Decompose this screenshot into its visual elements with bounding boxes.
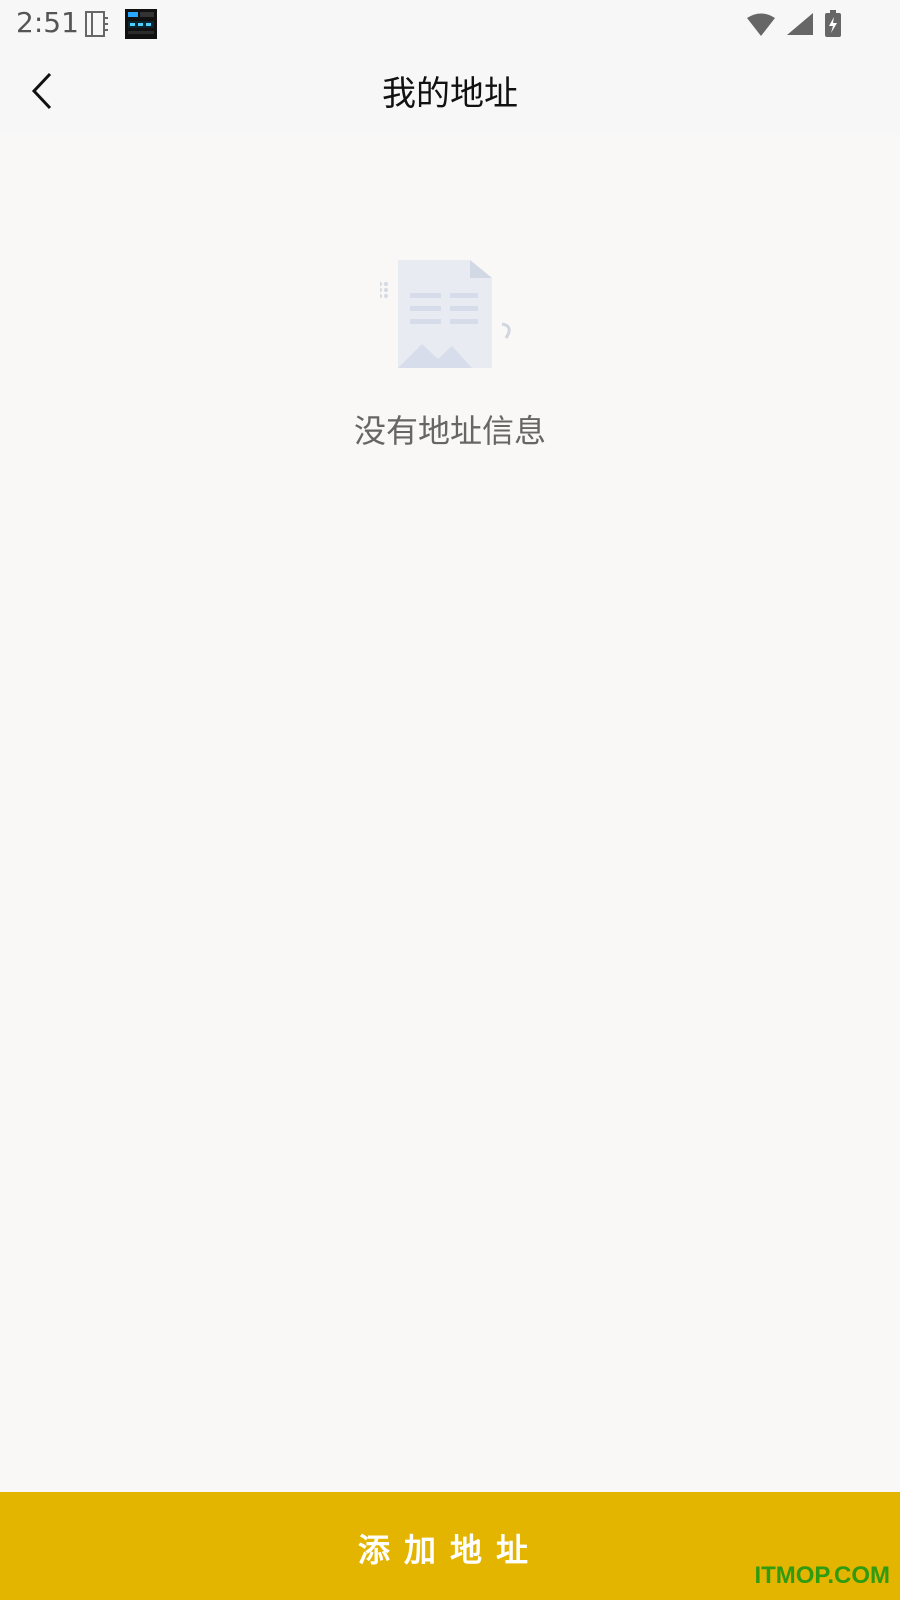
calendar-app-icon — [125, 9, 157, 39]
empty-state: 没有地址信息 — [0, 258, 900, 458]
empty-document-icon — [380, 260, 511, 368]
signal-icon — [787, 13, 813, 35]
battery-charging-icon — [825, 10, 841, 37]
status-bar: 2:51 — [0, 0, 900, 48]
status-time: 2:51 — [16, 6, 79, 39]
wifi-icon — [747, 13, 775, 36]
top-nav-bar: 我的地址 — [0, 48, 900, 134]
empty-message: 没有地址信息 — [353, 412, 546, 450]
notebook-icon — [85, 11, 108, 37]
page-title: 我的地址 — [382, 74, 518, 114]
watermark: ITMOP.COM — [754, 1562, 890, 1589]
status-icons — [746, 10, 842, 38]
address-screen: 2:51 我的地址 没有地址信息 添加地址 ITMOP.COM — [0, 0, 900, 1600]
